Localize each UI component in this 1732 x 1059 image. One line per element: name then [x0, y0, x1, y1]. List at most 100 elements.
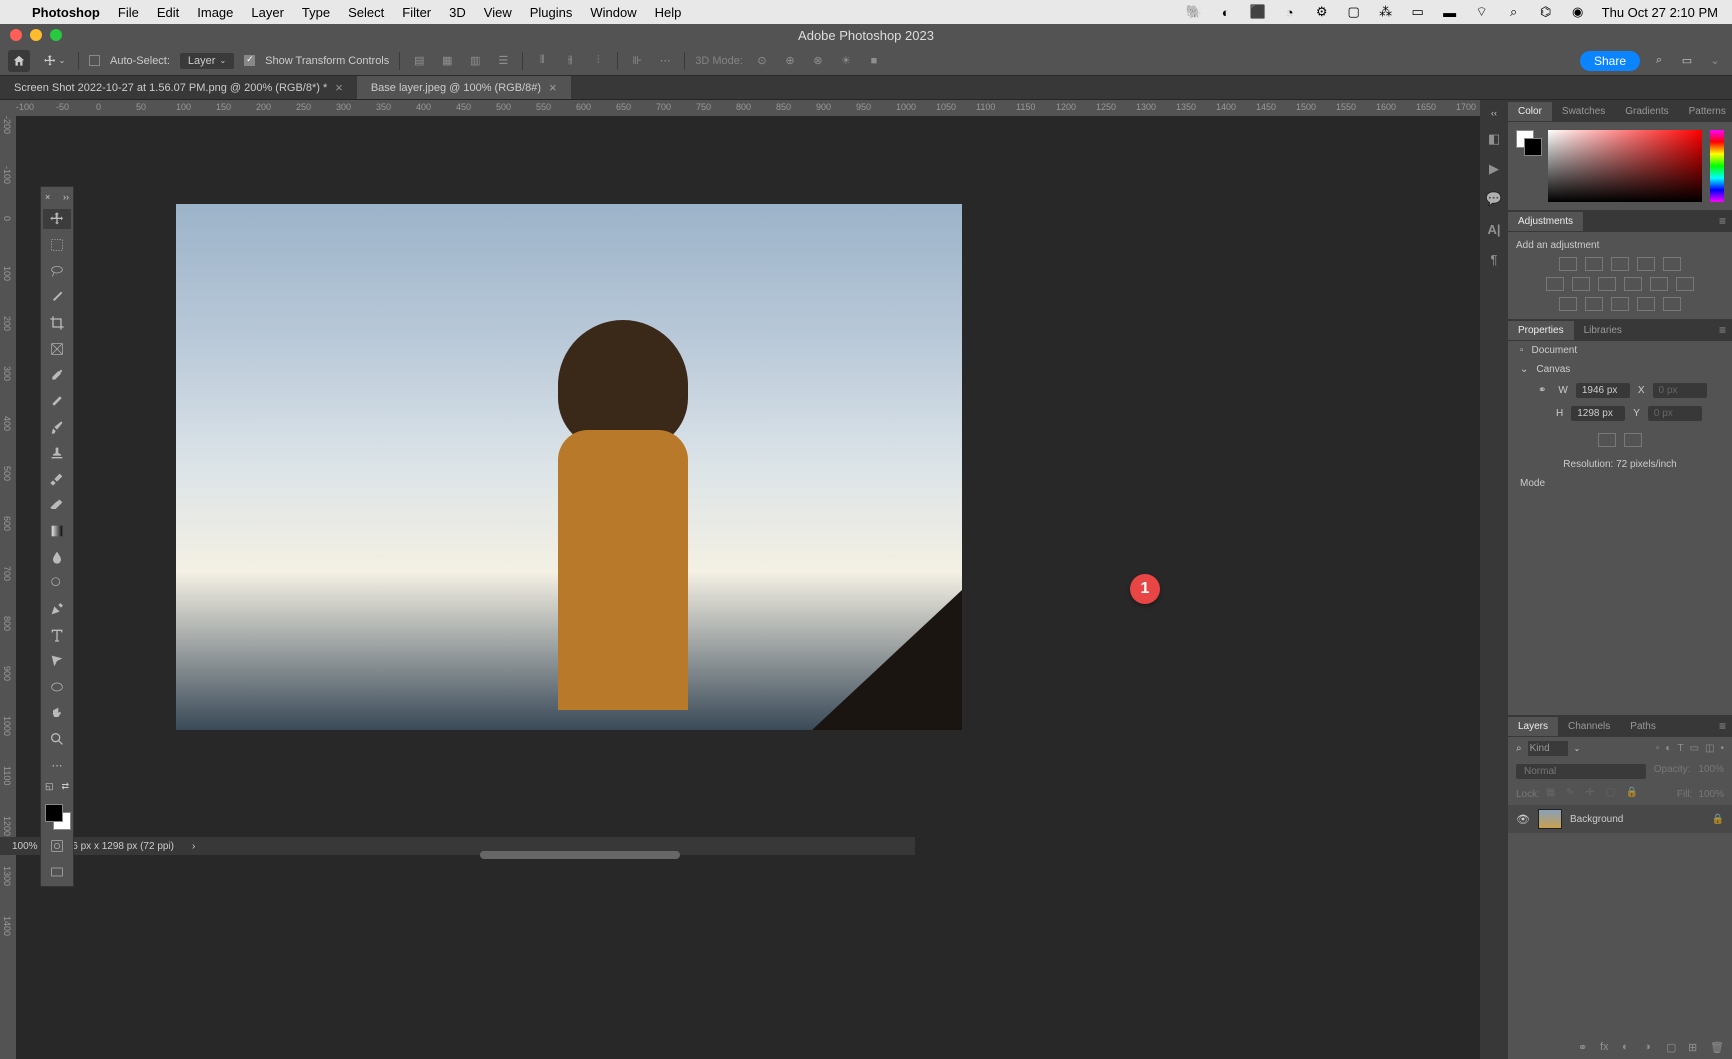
- gradient-tool[interactable]: [43, 521, 71, 541]
- expand-icon[interactable]: ››: [63, 192, 69, 202]
- width-input[interactable]: 1946 px: [1576, 383, 1630, 398]
- tab-layers[interactable]: Layers: [1508, 717, 1558, 736]
- orient-icon[interactable]: [1624, 433, 1642, 447]
- distribute-icon[interactable]: ⫶: [589, 52, 607, 70]
- scrollbar-horizontal[interactable]: [480, 851, 680, 859]
- distribute-icon[interactable]: ⫴: [533, 52, 551, 70]
- lock-icon[interactable]: 🔒: [1626, 787, 1640, 801]
- adj-threshold-icon[interactable]: [1611, 297, 1629, 311]
- filter-icon[interactable]: •: [1720, 743, 1724, 754]
- x-input[interactable]: 0 px: [1653, 383, 1707, 398]
- shape-tool[interactable]: [43, 677, 71, 697]
- adj-brightness-icon[interactable]: [1559, 257, 1577, 271]
- tab-color[interactable]: Color: [1508, 102, 1552, 121]
- search-icon[interactable]: ⌕: [1650, 52, 1668, 70]
- link-icon[interactable]: ⚭: [1538, 385, 1546, 396]
- stamp-tool[interactable]: [43, 443, 71, 463]
- adj-colorbalance-icon[interactable]: [1572, 277, 1590, 291]
- filter-icon[interactable]: ▭: [1690, 743, 1699, 754]
- autoselect-checkbox[interactable]: [89, 55, 100, 66]
- panel-menu-icon[interactable]: ≡: [1713, 323, 1732, 337]
- panel-icon[interactable]: ◧: [1485, 130, 1503, 148]
- adj-selectivecolor-icon[interactable]: [1663, 297, 1681, 311]
- swap-colors-icon[interactable]: ⇄: [61, 781, 69, 792]
- menu-window[interactable]: Window: [590, 5, 636, 20]
- color-swatch[interactable]: [1516, 130, 1540, 202]
- calendar-icon[interactable]: ▭: [1410, 4, 1426, 20]
- close-button[interactable]: [10, 29, 22, 41]
- new-layer-icon[interactable]: ⊞: [1688, 1041, 1702, 1055]
- search-icon[interactable]: ⌕: [1506, 4, 1522, 20]
- menu-image[interactable]: Image: [197, 5, 233, 20]
- tab-adjustments[interactable]: Adjustments: [1508, 212, 1583, 231]
- brush-tool[interactable]: [43, 417, 71, 437]
- more-tools[interactable]: ⋯: [43, 755, 71, 775]
- color-field[interactable]: [1548, 130, 1702, 202]
- tab-channels[interactable]: Channels: [1558, 717, 1620, 736]
- visibility-icon[interactable]: 👁: [1516, 813, 1530, 826]
- document-tab[interactable]: Screen Shot 2022-10-27 at 1.56.07 PM.png…: [0, 76, 357, 99]
- filter-icon[interactable]: ◫: [1705, 743, 1714, 754]
- zoom-level[interactable]: 100%: [12, 841, 38, 852]
- panel-icon[interactable]: A|: [1485, 220, 1503, 238]
- bluetooth-icon[interactable]: ⁂: [1378, 4, 1394, 20]
- color-swatches[interactable]: [43, 802, 71, 830]
- mask-icon[interactable]: ◐: [1622, 1041, 1636, 1055]
- lock-icon[interactable]: 🔒: [1712, 814, 1724, 825]
- lasso-tool[interactable]: [43, 261, 71, 281]
- move-tool[interactable]: [43, 209, 71, 229]
- adj-exposure-icon[interactable]: [1637, 257, 1655, 271]
- fx-icon[interactable]: fx: [1600, 1041, 1614, 1055]
- menu-filter[interactable]: Filter: [402, 5, 431, 20]
- menu-file[interactable]: File: [118, 5, 139, 20]
- filter-icon[interactable]: ◐: [1665, 743, 1671, 754]
- minimize-button[interactable]: [30, 29, 42, 41]
- more-icon[interactable]: ⋯: [656, 52, 674, 70]
- align-left-icon[interactable]: ▤: [410, 52, 428, 70]
- transform-checkbox[interactable]: [244, 55, 255, 66]
- y-input[interactable]: 0 px: [1648, 406, 1702, 421]
- ruler-horizontal[interactable]: -100-50050100150200250300350400450500550…: [0, 100, 1480, 116]
- height-input[interactable]: 1298 px: [1571, 406, 1625, 421]
- battery-icon[interactable]: ▬: [1442, 4, 1458, 20]
- panel-menu-icon[interactable]: ≡: [1713, 214, 1732, 228]
- status-icon[interactable]: ⚙: [1314, 4, 1330, 20]
- status-icon[interactable]: 🐘: [1186, 4, 1202, 20]
- control-center-icon[interactable]: ⌬: [1538, 4, 1554, 20]
- layer-item[interactable]: 👁 Background 🔒: [1508, 805, 1732, 833]
- adj-hue-icon[interactable]: [1546, 277, 1564, 291]
- frame-tool[interactable]: [43, 339, 71, 359]
- close-icon[interactable]: ×: [45, 192, 50, 202]
- filter-icon[interactable]: T: [1677, 743, 1683, 754]
- blend-mode[interactable]: Normal: [1516, 764, 1646, 779]
- adj-levels-icon[interactable]: [1585, 257, 1603, 271]
- menu-layer[interactable]: Layer: [251, 5, 284, 20]
- eraser-tool[interactable]: [43, 495, 71, 515]
- tab-properties[interactable]: Properties: [1508, 321, 1574, 340]
- heal-tool[interactable]: [43, 391, 71, 411]
- filter-icon[interactable]: ▫: [1656, 743, 1660, 754]
- chevron-right-icon[interactable]: ›: [192, 841, 195, 852]
- close-icon[interactable]: ×: [335, 80, 343, 95]
- chevron-down-icon[interactable]: ⌄: [1520, 364, 1528, 375]
- hand-tool[interactable]: [43, 703, 71, 723]
- path-tool[interactable]: [43, 651, 71, 671]
- maximize-button[interactable]: [50, 29, 62, 41]
- menu-view[interactable]: View: [484, 5, 512, 20]
- adjustment-icon[interactable]: ◑: [1644, 1041, 1658, 1055]
- opacity-value[interactable]: 100%: [1698, 764, 1724, 779]
- adj-posterize-icon[interactable]: [1585, 297, 1603, 311]
- zoom-tool[interactable]: [43, 729, 71, 749]
- layer-thumbnail[interactable]: [1538, 809, 1562, 829]
- ruler-vertical[interactable]: -200-10001002003004005006007008009001000…: [0, 116, 16, 1059]
- wifi-icon[interactable]: ⌔: [1474, 4, 1490, 20]
- foreground-color[interactable]: [45, 804, 63, 822]
- quickmask-tool[interactable]: [43, 836, 71, 856]
- eyedropper-tool[interactable]: [43, 365, 71, 385]
- tab-patterns[interactable]: Patterns: [1679, 102, 1732, 121]
- tab-gradients[interactable]: Gradients: [1615, 102, 1678, 121]
- status-icon[interactable]: ◔: [1282, 4, 1298, 20]
- screenmode-tool[interactable]: [43, 862, 71, 882]
- siri-icon[interactable]: ◉: [1570, 4, 1586, 20]
- share-button[interactable]: Share: [1580, 51, 1640, 71]
